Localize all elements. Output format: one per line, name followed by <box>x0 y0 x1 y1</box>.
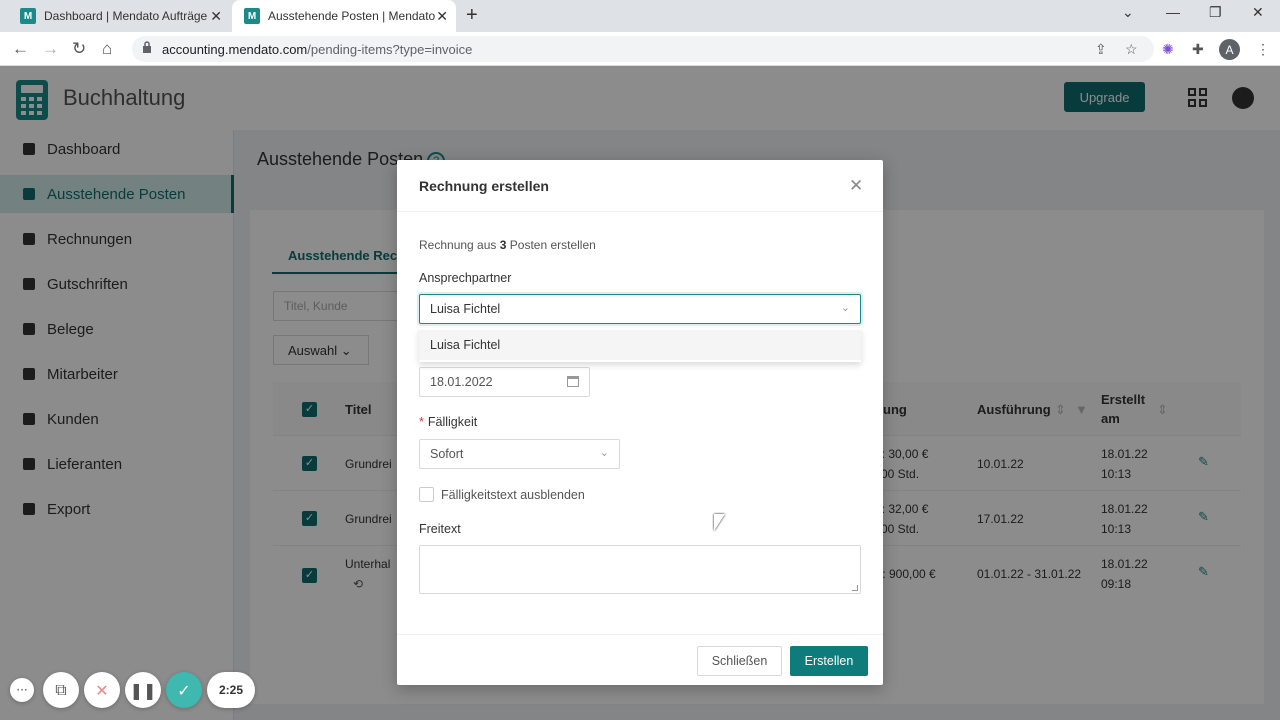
minimize-icon[interactable]: — <box>1166 4 1180 20</box>
mendato-favicon: M <box>20 8 36 24</box>
calendar-icon <box>567 376 579 387</box>
mendato-favicon: M <box>244 8 260 24</box>
chevron-down-icon: ⌄ <box>840 302 850 314</box>
resize-handle-icon[interactable] <box>852 585 858 591</box>
contact-label: Ansprechpartner <box>419 271 512 285</box>
info-prefix: Rechnung aus <box>419 238 497 252</box>
contact-select[interactable]: Luisa Fichtel ⌄ <box>419 294 861 324</box>
lock-icon <box>143 41 151 53</box>
modal-info-text: Rechnung aus 3 Posten erstellen <box>419 238 596 252</box>
info-suffix: Posten erstellen <box>509 238 596 252</box>
address-bar[interactable]: accounting.mendato.com/pending-items?typ… <box>132 36 1154 62</box>
date-value: 18.01.2022 <box>430 375 493 389</box>
cancel-recording-icon[interactable]: ✕ <box>84 672 120 708</box>
due-select[interactable]: Sofort ⌄ <box>419 439 620 469</box>
info-count: 3 <box>499 238 507 252</box>
maximize-icon[interactable]: ❐ <box>1209 4 1222 21</box>
modal-footer: Schließen Erstellen <box>397 634 883 685</box>
contact-value: Luisa Fichtel <box>430 302 501 316</box>
due-label: * Fälligkeit <box>419 415 477 429</box>
url-host: accounting.mendato.com <box>162 42 308 57</box>
window-close-icon[interactable]: ✕ <box>1252 4 1264 21</box>
reload-icon[interactable]: ↻ <box>72 39 86 59</box>
close-button[interactable]: Schließen <box>697 646 782 676</box>
browser-menu-icon[interactable]: ⋮ <box>1256 41 1270 58</box>
profile-avatar[interactable]: A <box>1219 39 1240 60</box>
close-tab-icon[interactable]: ✕ <box>436 8 448 25</box>
contact-dropdown-menu: Luisa Fichtel <box>419 328 861 362</box>
close-tab-icon[interactable]: ✕ <box>210 8 222 25</box>
chevron-down-icon: ⌄ <box>599 447 609 459</box>
create-invoice-modal: Rechnung erstellen ✕ Rechnung aus 3 Post… <box>397 160 883 685</box>
dropdown-option-contact[interactable]: Luisa Fichtel <box>419 330 861 360</box>
more-options-icon[interactable]: ··· <box>10 678 34 702</box>
browser-toolbar: ← → ↻ ⌂ accounting.mendato.com/pending-i… <box>0 32 1280 66</box>
new-tab-button[interactable]: + <box>466 4 478 27</box>
hide-due-text-checkbox[interactable] <box>419 487 434 502</box>
freetext-textarea[interactable] <box>419 545 861 594</box>
browser-tab-dashboard[interactable]: M Dashboard | Mendato Aufträge ✕ <box>8 0 230 32</box>
finish-recording-icon[interactable]: ✓ <box>166 672 202 708</box>
extension-icon[interactable]: ✺ <box>1162 41 1174 58</box>
share-icon[interactable]: ⇪ <box>1095 41 1107 58</box>
hide-due-text-label[interactable]: Fälligkeitstext ausblenden <box>441 488 585 502</box>
url-path: /pending-items?type=invoice <box>307 42 473 57</box>
modal-title: Rechnung erstellen <box>419 178 549 194</box>
due-value: Sofort <box>430 447 464 461</box>
create-button[interactable]: Erstellen <box>790 646 868 676</box>
extensions-puzzle-icon[interactable]: ✚ <box>1192 41 1204 58</box>
due-label-text: Fälligkeit <box>427 415 478 429</box>
invoice-date-picker[interactable]: 18.01.2022 <box>419 367 590 397</box>
tab-search-icon[interactable]: ⌄ <box>1122 4 1134 21</box>
close-icon[interactable]: ✕ <box>849 176 863 196</box>
browser-tabstrip: M Dashboard | Mendato Aufträge ✕ M Ausst… <box>0 0 1280 32</box>
recording-timer: 2:25 <box>207 672 255 708</box>
tab-title: Ausstehende Posten | Mendato <box>268 9 436 23</box>
bookmark-star-icon[interactable]: ☆ <box>1125 41 1138 58</box>
forward-icon[interactable]: → <box>42 39 59 59</box>
pause-icon[interactable]: ❚❚ <box>125 672 161 708</box>
freetext-label: Freitext <box>419 522 461 536</box>
back-icon[interactable]: ← <box>12 39 29 59</box>
required-marker: * <box>419 415 424 429</box>
home-icon[interactable]: ⌂ <box>102 39 112 59</box>
mouse-cursor-icon <box>714 514 725 531</box>
tab-title: Dashboard | Mendato Aufträge <box>44 9 208 23</box>
url-text: accounting.mendato.com/pending-items?typ… <box>162 42 472 57</box>
browser-tab-pending-items[interactable]: M Ausstehende Posten | Mendato ✕ <box>232 0 456 32</box>
modal-header: Rechnung erstellen ✕ <box>397 160 883 212</box>
camera-toggle-icon[interactable]: ⧉ <box>43 672 79 708</box>
